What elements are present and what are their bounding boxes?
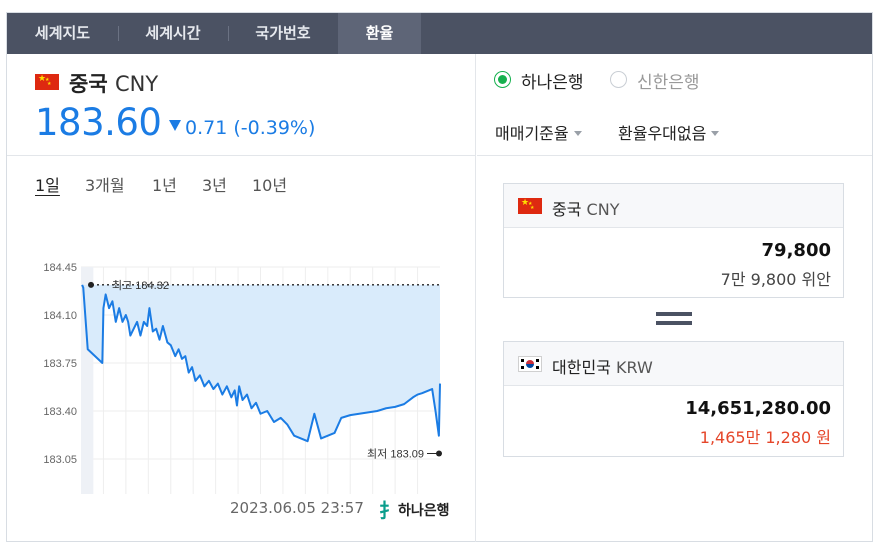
rate-panel: ★ ★ ★ 중국 CNY 183.60 0.71 (-0.39%) 1일 3개월 1…: [7, 54, 476, 542]
tab-world-time[interactable]: 세계시간: [118, 13, 228, 54]
currency-header: ★ ★ ★ 중국 CNY 183.60 0.71 (-0.39%): [7, 54, 475, 156]
rate-type-value: 매매기준율: [495, 124, 569, 143]
to-currency-name: 대한민국: [552, 358, 611, 377]
rate-chart: 184.45184.10183.75183.40183.05182.700910…: [43, 262, 442, 494]
timestamp: 2023.06.05 23:57: [230, 499, 364, 517]
chevron-down-icon: [711, 131, 720, 136]
converter-panel: 하나은행 신한은행 매매기준율 환율우대없음 ★ ★ ★ 중국 CNY 79,800: [477, 54, 872, 542]
tab-country-code[interactable]: 국가번호: [228, 13, 338, 54]
current-rate: 183.60: [35, 101, 162, 144]
currency-code: CNY: [114, 72, 159, 96]
rate-change-percent: (-0.39%): [233, 117, 316, 139]
converted-amount-in-words: 1,465만 1,280 원: [699, 428, 831, 447]
converter-from-box[interactable]: ★ ★ ★ 중국 CNY 79,800 7만 9,800 위안: [503, 183, 844, 298]
divider: [477, 155, 872, 156]
converter-from-header[interactable]: ★ ★ ★ 중국 CNY: [504, 184, 843, 228]
to-currency-code: KRW: [615, 358, 653, 377]
exchange-rate-widget: 세계지도 세계시간 국가번호 환율 ★ ★ ★ 중국 CNY 183.60 0.71…: [6, 12, 873, 542]
radio-hana-label[interactable]: 하나은행: [521, 68, 584, 93]
high-label: 최고 184.32: [112, 279, 169, 292]
radio-shinhan-label[interactable]: 신한은행: [637, 68, 700, 93]
y-tick-label: 184.10: [43, 310, 77, 322]
currency-name: 중국: [69, 72, 108, 96]
period-10y[interactable]: 10년: [252, 172, 287, 196]
y-tick-label: 183.40: [43, 406, 77, 418]
low-label: 최저 183.09: [367, 448, 424, 461]
radio-shinhan[interactable]: [610, 71, 627, 88]
amount-in-words: 7만 9,800 위안: [720, 270, 831, 289]
chevron-down-icon: [573, 131, 582, 136]
china-flag-icon: ★ ★ ★: [35, 74, 59, 90]
bank-logo-text: 하나은행: [398, 503, 450, 519]
converter-from-currency[interactable]: 중국 CNY: [552, 196, 619, 220]
discount-dropdown[interactable]: 환율우대없음: [618, 120, 720, 144]
tab-bar: 세계지도 세계시간 국가번호 환율: [7, 13, 872, 54]
tab-world-map[interactable]: 세계지도: [7, 13, 118, 54]
converter-to-header[interactable]: 대한민국 KRW: [504, 342, 843, 386]
y-tick-label: 184.45: [43, 262, 77, 274]
currency-title: 중국 CNY: [69, 68, 158, 98]
period-3y[interactable]: 3년: [202, 172, 227, 196]
from-currency-name: 중국: [552, 200, 582, 219]
y-tick-label: 183.75: [43, 358, 77, 370]
tab-exchange-rate[interactable]: 환율: [338, 13, 421, 54]
rate-type-dropdown[interactable]: 매매기준율: [495, 120, 582, 144]
hana-bank-icon: ⺘: [379, 500, 399, 522]
period-1d[interactable]: 1일: [35, 172, 60, 196]
rate-change: 0.71 (-0.39%): [185, 117, 315, 139]
equals-icon: [656, 312, 692, 326]
high-marker: [88, 281, 94, 288]
korea-flag-icon: [518, 356, 542, 372]
from-currency-code: CNY: [586, 200, 620, 219]
converted-amount: 14,651,280.00: [685, 398, 831, 419]
low-marker: [436, 450, 442, 457]
down-arrow-icon: [169, 120, 181, 131]
y-tick-label: 183.05: [43, 454, 77, 466]
radio-hana[interactable]: [494, 71, 511, 88]
converter-to-currency[interactable]: 대한민국 KRW: [552, 354, 653, 378]
amount-input[interactable]: 79,800: [762, 240, 831, 261]
rate-change-value: 0.71: [185, 117, 228, 139]
period-1y[interactable]: 1년: [152, 172, 177, 196]
period-3m[interactable]: 3개월: [85, 172, 125, 196]
discount-value: 환율우대없음: [618, 124, 707, 143]
converter-to-box[interactable]: 대한민국 KRW 14,651,280.00 1,465만 1,280 원: [503, 341, 844, 457]
china-flag-icon: ★ ★ ★: [518, 198, 542, 214]
